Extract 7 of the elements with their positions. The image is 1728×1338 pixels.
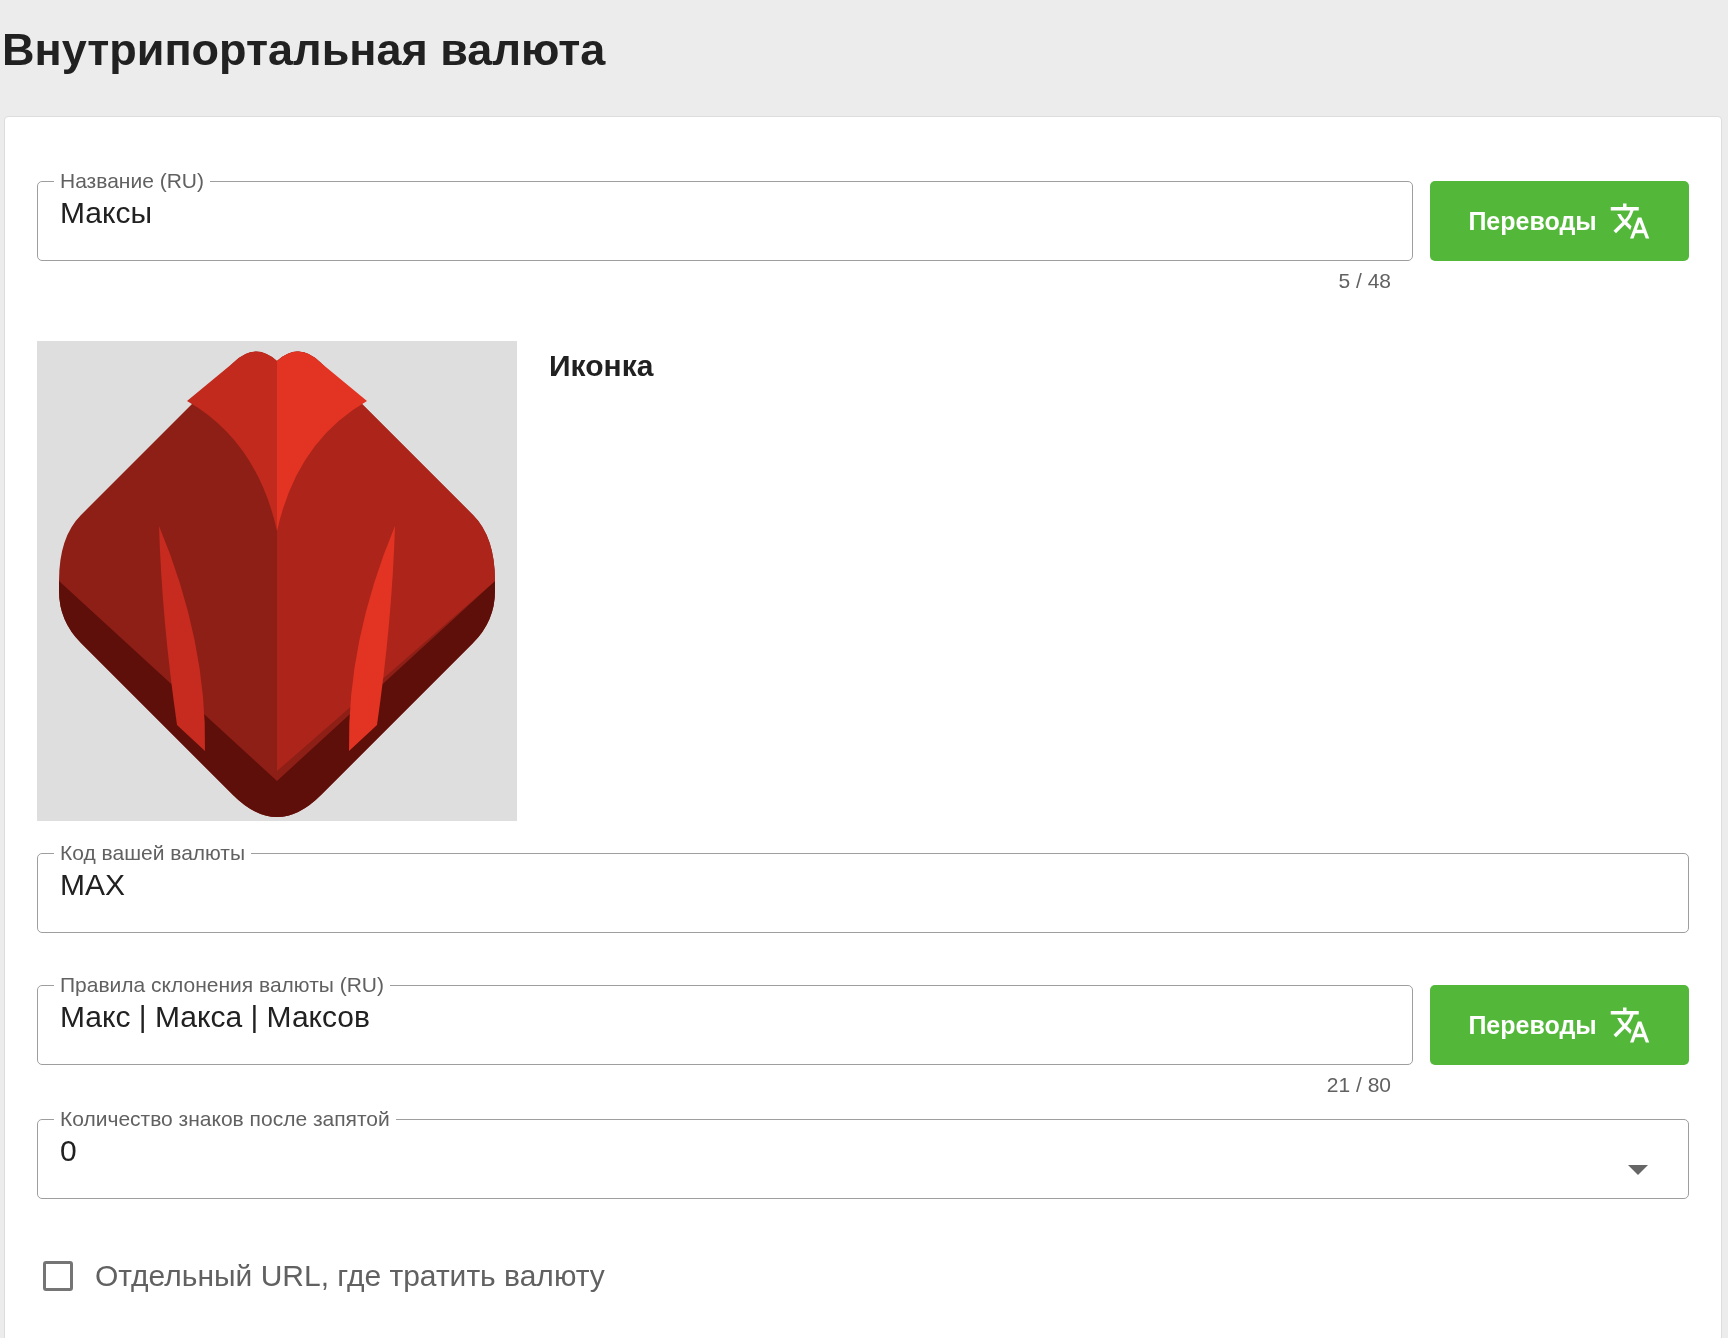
character-counter: 5 / 48 [1338, 269, 1391, 294]
icon-section-label: Иконка [549, 349, 654, 384]
checkbox[interactable] [43, 1261, 73, 1291]
character-counter: 21 / 80 [1326, 1073, 1391, 1098]
page-title: Внутрипортальная валюта [2, 24, 606, 76]
checkbox-label[interactable]: Отдельный URL, где тратить валюту [95, 1259, 605, 1293]
caret-icon [1628, 1165, 1648, 1175]
